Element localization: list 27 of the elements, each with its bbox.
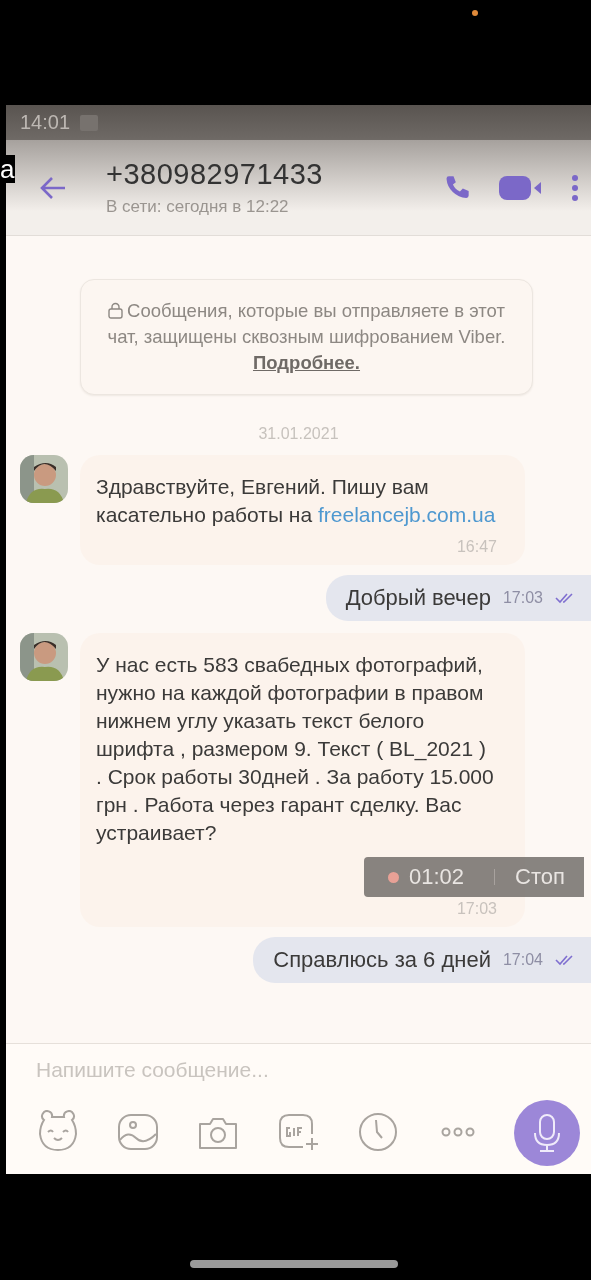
message-text: Справлюсь за 6 дней	[273, 947, 491, 973]
message-input[interactable]: Напишите сообщение...	[36, 1058, 436, 1082]
encryption-notice: Сообщения, которые вы отправляете в этот чат, защищены сквозным шифрованием Viber. Подробнее.	[80, 279, 533, 395]
clock-icon[interactable]	[356, 1110, 400, 1154]
message-time: 17:03	[502, 589, 543, 607]
stop-button[interactable]: Стоп	[515, 863, 565, 891]
edge-text: a	[0, 155, 16, 183]
more-icon[interactable]	[571, 173, 579, 202]
message-link[interactable]: freelancejb.com.ua	[318, 503, 496, 526]
lock-icon	[108, 302, 124, 319]
record-dot-icon	[388, 871, 399, 883]
video-camera-icon[interactable]	[499, 173, 543, 202]
contact-number: +380982971433	[106, 158, 324, 191]
notification-icon	[80, 114, 99, 131]
avatar[interactable]	[20, 455, 68, 503]
last-seen: В сети: сегодня в 12:22	[106, 197, 290, 217]
message-text: Здравствуйте, Евгений. Пишу вам касательно работы на freelancejb.com.ua	[96, 474, 497, 528]
message-time: 17:04	[502, 951, 543, 969]
notification-dot	[472, 10, 478, 16]
message-text: Добрый вечер	[345, 585, 491, 611]
avatar[interactable]	[20, 633, 68, 681]
microphone-icon	[532, 1113, 562, 1153]
recording-time: 01:02	[409, 863, 465, 891]
more-link[interactable]: Подробнее.	[253, 352, 360, 373]
status-time: 14:01	[20, 111, 71, 134]
message-text: У нас есть 583 свабедных фотографий, нужно на каждой фотографии в правом нижнем углу указать текст белого шрифта , размером 9. Текст ( BL_2021 ) . Срок работы 30дней . За работу 15.000 грн . Работа через гарант сделку. Вас устраивает?	[96, 652, 495, 846]
sticker-icon[interactable]	[36, 1110, 80, 1154]
